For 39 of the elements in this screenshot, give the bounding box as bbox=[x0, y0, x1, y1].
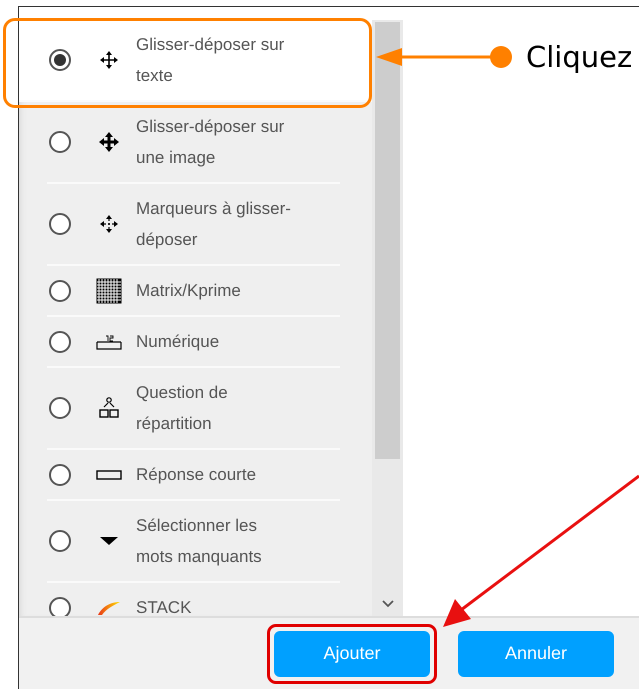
option-label: Glisser-déposer sur une image bbox=[136, 116, 286, 169]
hierarchy-icon bbox=[98, 397, 120, 419]
question-type-option[interactable]: Numérique bbox=[47, 317, 340, 368]
radio-button[interactable] bbox=[49, 131, 71, 153]
radio-button[interactable] bbox=[49, 397, 71, 419]
radio-button[interactable] bbox=[49, 213, 71, 235]
radio-button[interactable] bbox=[49, 280, 71, 302]
question-type-option[interactable]: Sélectionner les mots manquants bbox=[47, 501, 340, 583]
radio-button[interactable] bbox=[49, 596, 71, 616]
chevron-down-icon[interactable] bbox=[382, 600, 394, 608]
option-label: Réponse courte bbox=[136, 464, 258, 486]
option-label: Numérique bbox=[136, 331, 220, 353]
radio-button[interactable] bbox=[49, 464, 71, 486]
radio-button[interactable] bbox=[49, 530, 71, 552]
question-type-option[interactable]: Glisser-déposer sur texte bbox=[19, 20, 372, 102]
scrollbar[interactable] bbox=[372, 20, 403, 616]
text-field-icon bbox=[96, 468, 122, 480]
move-icon bbox=[99, 214, 119, 234]
question-type-option[interactable]: Réponse courte bbox=[47, 450, 340, 501]
question-type-option[interactable]: Matrix/Kprime bbox=[47, 266, 340, 317]
radio-button[interactable] bbox=[49, 49, 71, 71]
option-label: Question de répartition bbox=[136, 382, 229, 435]
radio-button[interactable] bbox=[49, 330, 71, 352]
move-icon bbox=[99, 132, 119, 152]
option-label: Matrix/Kprime bbox=[136, 280, 242, 302]
option-label: Glisser-déposer sur texte bbox=[136, 34, 286, 87]
number-field-icon bbox=[96, 334, 122, 350]
dropdown-triangle-icon bbox=[98, 535, 120, 547]
option-label: STACK bbox=[136, 597, 192, 616]
scrollbar-thumb[interactable] bbox=[375, 22, 400, 459]
brush-stroke-icon bbox=[96, 600, 122, 616]
callout-text: Cliquez bbox=[526, 40, 632, 74]
option-label: Sélectionner les mots manquants bbox=[136, 515, 263, 568]
grid-icon bbox=[96, 278, 122, 304]
move-icon bbox=[99, 50, 119, 70]
question-type-option[interactable]: Glisser-déposer sur une image bbox=[47, 102, 340, 184]
option-label: Marqueurs à glisser-déposer bbox=[136, 198, 292, 251]
question-type-option[interactable]: Marqueurs à glisser-déposer bbox=[47, 184, 340, 266]
question-type-option[interactable]: Question de répartition bbox=[47, 368, 340, 450]
